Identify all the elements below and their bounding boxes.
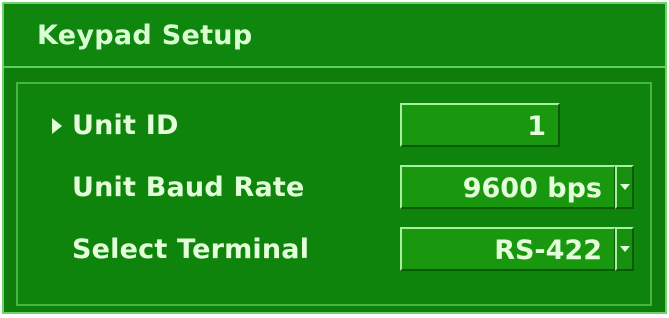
setting-row-unit-id[interactable]: Unit ID 1	[18, 102, 650, 152]
setting-row-unit-baud-rate[interactable]: Unit Baud Rate 9600 bps	[18, 164, 650, 214]
unit-baud-rate-label: Unit Baud Rate	[72, 172, 305, 203]
unit-baud-rate-value: 9600 bps	[462, 173, 602, 204]
chevron-down-icon	[620, 246, 630, 252]
select-terminal-value: RS-422	[494, 235, 602, 266]
selection-cursor-icon	[52, 118, 62, 134]
settings-panel: Unit ID 1 Unit Baud Rate 9600 bps Select…	[16, 82, 652, 306]
dialog-title: Keypad Setup	[37, 20, 253, 51]
chevron-down-icon	[620, 184, 630, 190]
select-terminal-label: Select Terminal	[72, 234, 310, 265]
unit-baud-rate-dropdown-button[interactable]	[615, 165, 634, 209]
unit-id-label: Unit ID	[72, 110, 179, 141]
unit-id-value: 1	[527, 111, 546, 142]
unit-id-input[interactable]: 1	[400, 103, 560, 147]
select-terminal-dropdown-button[interactable]	[615, 227, 634, 271]
keypad-setup-dialog: Keypad Setup Unit ID 1 Unit Baud Rate 96…	[2, 2, 667, 314]
title-bar: Keypad Setup	[4, 4, 665, 68]
unit-baud-rate-select[interactable]: 9600 bps	[400, 165, 616, 209]
setting-row-select-terminal[interactable]: Select Terminal RS-422	[18, 226, 650, 276]
select-terminal-select[interactable]: RS-422	[400, 227, 616, 271]
